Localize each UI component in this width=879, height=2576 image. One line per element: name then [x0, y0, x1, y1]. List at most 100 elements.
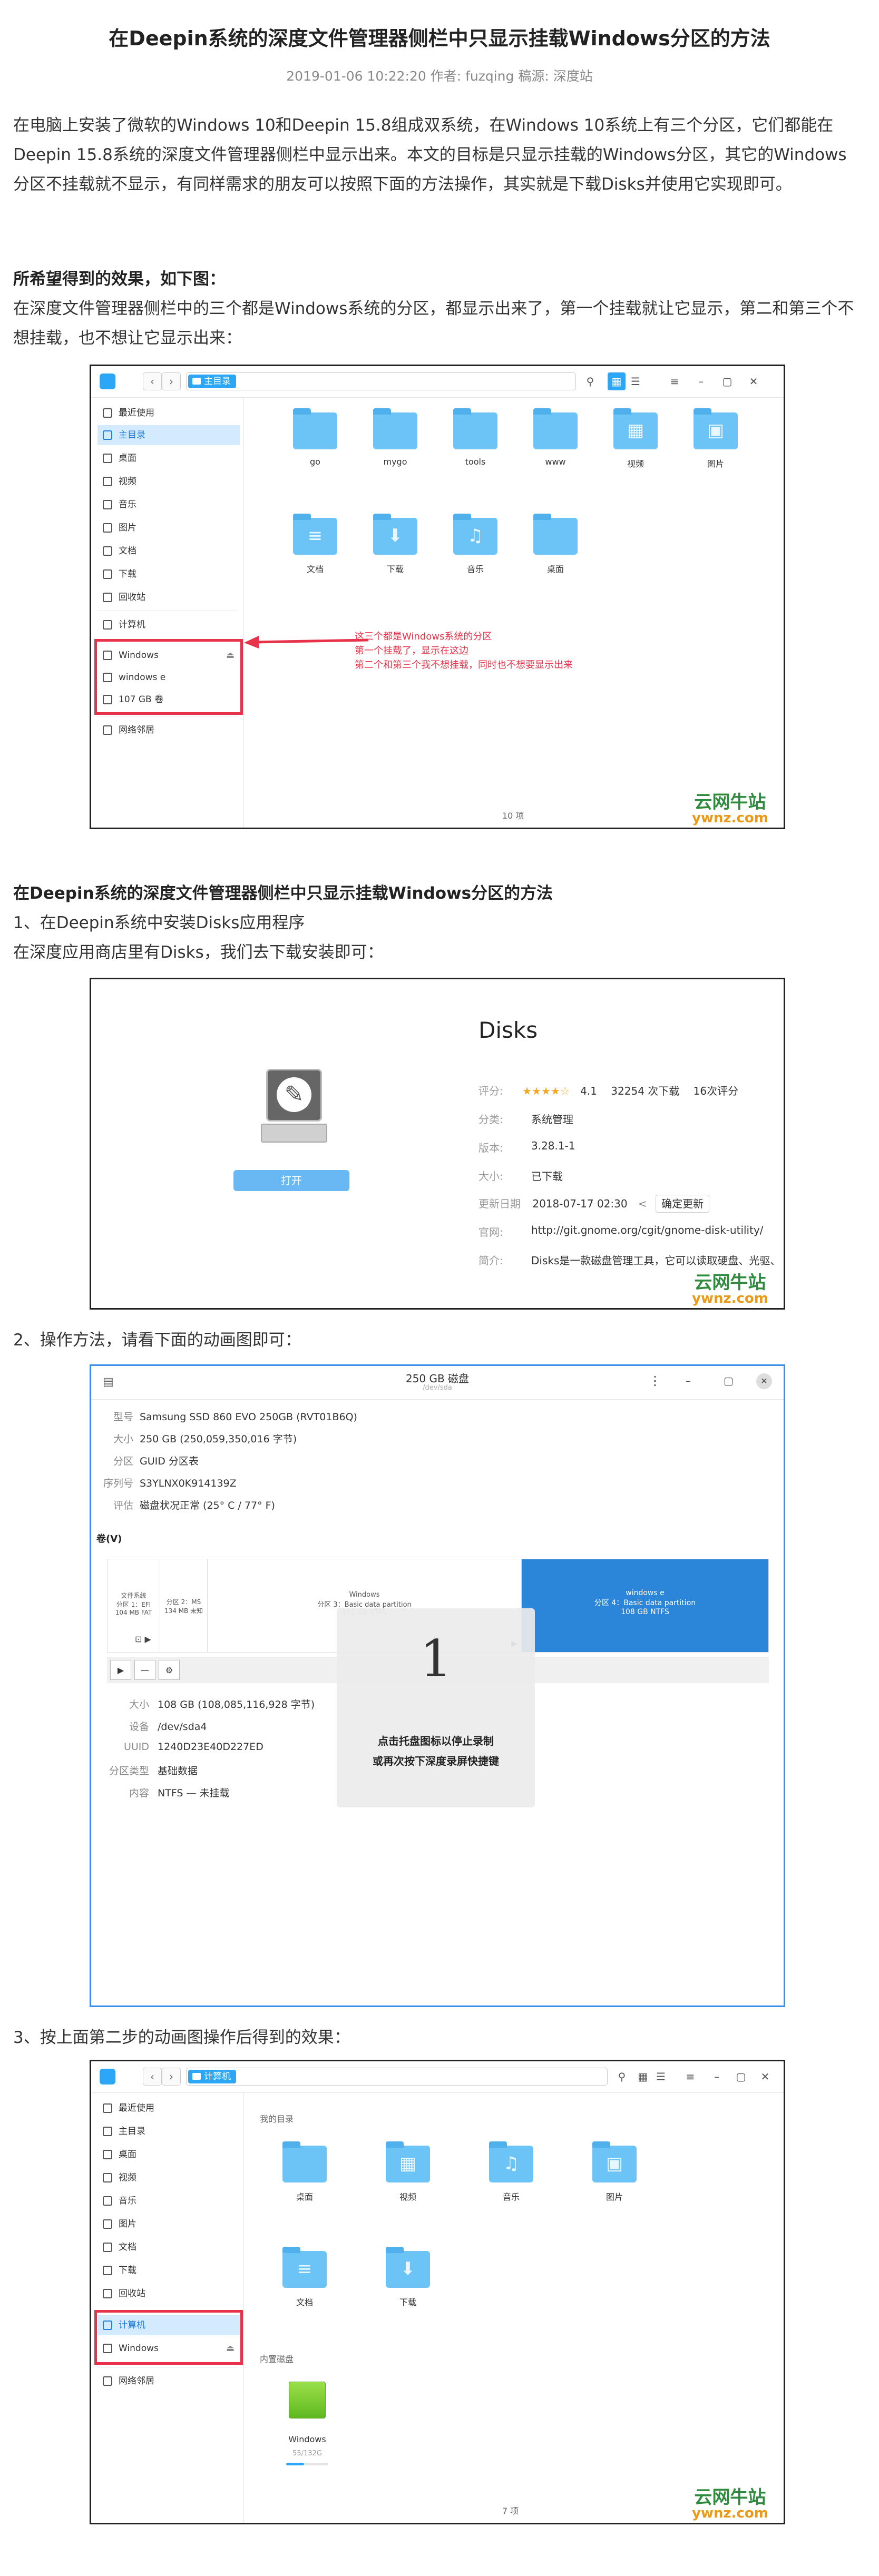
back-button[interactable]: ‹ [143, 2068, 162, 2086]
fm-toolbar: ‹ › 计算机 ⚲ ▦ ☰ ≡ – ▢ ✕ [91, 2061, 784, 2093]
folder-tools[interactable]: tools [452, 408, 499, 467]
update-button[interactable]: 确定更新 [656, 1195, 710, 1213]
site-link[interactable]: http://git.gnome.org/cgit/gnome-disk-uti… [531, 1224, 764, 1236]
music-folder-icon: ♫ [453, 514, 497, 555]
watermark: 云网牛站 ywnz.com [692, 1272, 768, 1306]
minimize-button[interactable]: – [686, 1374, 691, 1387]
sidebar-item-downloads[interactable]: 下载 [97, 564, 240, 584]
site-row: 官网: http://git.gnome.org/cgit/gnome-disk-… [478, 1224, 764, 1238]
folder-videos[interactable]: ▦ 视频 [384, 2141, 432, 2203]
download-folder-icon: ⬇ [386, 2247, 430, 2288]
folder-www[interactable]: www [532, 408, 579, 467]
folder-go[interactable]: go [291, 408, 339, 467]
sidebar-item-recent[interactable]: 最近使用 [97, 2098, 240, 2118]
breadcrumb[interactable]: 主目录 [186, 372, 576, 390]
folder-documents[interactable]: ≡ 文档 [291, 514, 339, 575]
sidebar-item-videos[interactable]: 视频 [97, 2168, 240, 2188]
maximize-button[interactable]: ▢ [724, 1374, 734, 1387]
folder-music[interactable]: ♫ 音乐 [452, 514, 499, 575]
partition-windows-e[interactable]: windows e 分区 4：Basic data partition 108 GB… [522, 1559, 768, 1652]
folder-pictures[interactable]: ▣ 图片 [591, 2141, 638, 2203]
sidebar-item-documents[interactable]: 文档 [97, 2237, 240, 2257]
disk-windows[interactable]: Windows 55/132G [281, 2382, 334, 2465]
folder-videos[interactable]: ▦ 视频 [612, 408, 659, 469]
sidebar-item-documents[interactable]: 文档 [97, 541, 240, 561]
star-rating-icon: ★★★★☆ [522, 1085, 570, 1097]
detail-row: 分区类型 基础数据 [109, 1765, 198, 1777]
minimize-button[interactable]: – [708, 2068, 726, 2086]
search-button[interactable]: ⚲ [613, 2068, 631, 2086]
sidebar-item-network[interactable]: 网络邻居 [97, 720, 240, 740]
folder-desktop[interactable]: 桌面 [281, 2141, 328, 2203]
sidebar-item-computer[interactable]: 计算机 [97, 615, 240, 635]
sidebar-item-desktop[interactable]: 桌面 [97, 2145, 240, 2165]
menu-button[interactable]: ≡ [681, 2068, 699, 2086]
close-button[interactable]: ✕ [745, 372, 763, 390]
sidebar-item-trash[interactable]: 回收站 [97, 2284, 240, 2304]
forward-button[interactable]: › [162, 372, 181, 390]
icon-view-button[interactable]: ▦ [608, 372, 626, 390]
mount-play-icon[interactable]: ⊡ ▶ [135, 1634, 151, 1644]
sidebar-item-computer[interactable]: 计算机 [97, 2315, 240, 2335]
breadcrumb-home[interactable]: 主目录 [188, 375, 236, 388]
menu-button[interactable]: ≡ [666, 372, 683, 390]
video-folder-icon: ▦ [613, 408, 658, 449]
music-folder-icon: ♫ [489, 2141, 533, 2182]
delete-partition-button[interactable]: — [134, 1660, 155, 1680]
size-row: 大小: 已下载 [478, 1170, 563, 1183]
search-button[interactable]: ⚲ [581, 372, 599, 390]
sidebar-item-107gb[interactable]: 107 GB 卷 [97, 690, 240, 710]
folder-documents[interactable]: ≡ 文档 [281, 2247, 328, 2308]
sidebar-item-network[interactable]: 网络邻居 [97, 2371, 240, 2391]
close-button[interactable]: ✕ [756, 2068, 774, 2086]
icon-view-button[interactable]: ▦ [634, 2068, 652, 2086]
list-view-button[interactable]: ☰ [627, 372, 644, 390]
sidebar-item-pictures[interactable]: 图片 [97, 518, 240, 538]
article-title: 在Deepin系统的深度文件管理器侧栏中只显示挂载Windows分区的方法 [109, 27, 770, 50]
sidebar-item-windows[interactable]: Windows ⏏ [97, 645, 240, 665]
folder-mygo[interactable]: mygo [372, 408, 419, 467]
want-heading: 所希望得到的效果，如下图： [13, 270, 226, 289]
sidebar-item-videos[interactable]: 视频 [97, 471, 240, 491]
rating-row: 评分: ★★★★☆ 4.1 32254 次下载 16次评分 [478, 1085, 739, 1097]
back-button[interactable]: ‹ [143, 372, 162, 390]
eject-icon[interactable]: ⏏ [226, 645, 235, 665]
sidebar-item-windows[interactable]: Windows ⏏ [97, 2338, 240, 2358]
maximize-button[interactable]: ▢ [732, 2068, 750, 2086]
settings-gear-icon[interactable]: ⚙ [159, 1660, 180, 1680]
step2-heading: 2、操作方法，请看下面的动画图即可： [13, 1331, 301, 1350]
close-button[interactable]: ✕ [756, 1373, 772, 1389]
chevron-left-icon[interactable]: < [638, 1197, 647, 1210]
partition-ms[interactable]: 分区 2：MS 134 MB 未知 [160, 1559, 208, 1652]
breadcrumb-computer[interactable]: 计算机 [188, 2070, 236, 2083]
forward-button[interactable]: › [162, 2068, 181, 2086]
sidebar-item-desktop[interactable]: 桌面 [97, 448, 240, 468]
sidebar-item-home[interactable]: 主目录 [97, 2121, 240, 2141]
maximize-button[interactable]: ▢ [718, 372, 736, 390]
breadcrumb[interactable]: 计算机 [186, 2068, 608, 2086]
sidebar-item-windows-e[interactable]: windows e [97, 667, 240, 687]
folder-desktop[interactable]: 桌面 [532, 514, 579, 575]
list-view-button[interactable]: ☰ [652, 2068, 670, 2086]
sidebar-item-music[interactable]: 音乐 [97, 2191, 240, 2211]
sidebar-item-recent[interactable]: 最近使用 [97, 403, 240, 423]
folder-downloads[interactable]: ⬇ 下载 [372, 514, 419, 575]
sidebar-item-home[interactable]: 主目录 [97, 425, 240, 445]
kebab-menu-icon[interactable]: ⋮ [649, 1373, 661, 1388]
network-icon [103, 2376, 112, 2386]
mount-button[interactable]: ▶ [110, 1660, 131, 1680]
folder-downloads[interactable]: ⬇ 下载 [384, 2247, 432, 2308]
detail-row: 设备/dev/sda4 [129, 1721, 207, 1733]
sidebar-item-trash[interactable]: 回收站 [97, 587, 240, 607]
eject-icon[interactable]: ⏏ [226, 2338, 235, 2358]
folder-music[interactable]: ♫ 音乐 [487, 2141, 535, 2203]
partition-efi[interactable]: 文件系统 分区 1：EFI 104 MB FAT [108, 1559, 160, 1652]
method-heading: 在Deepin系统的深度文件管理器侧栏中只显示挂载Windows分区的方法 [13, 884, 553, 903]
drive-icon [103, 2344, 112, 2353]
sidebar-item-music[interactable]: 音乐 [97, 495, 240, 515]
sidebar-item-downloads[interactable]: 下载 [97, 2260, 240, 2280]
minimize-button[interactable]: – [692, 372, 710, 390]
folder-pictures[interactable]: ▣ 图片 [692, 408, 739, 469]
open-button[interactable]: 打开 [233, 1170, 349, 1191]
sidebar-item-pictures[interactable]: 图片 [97, 2214, 240, 2234]
